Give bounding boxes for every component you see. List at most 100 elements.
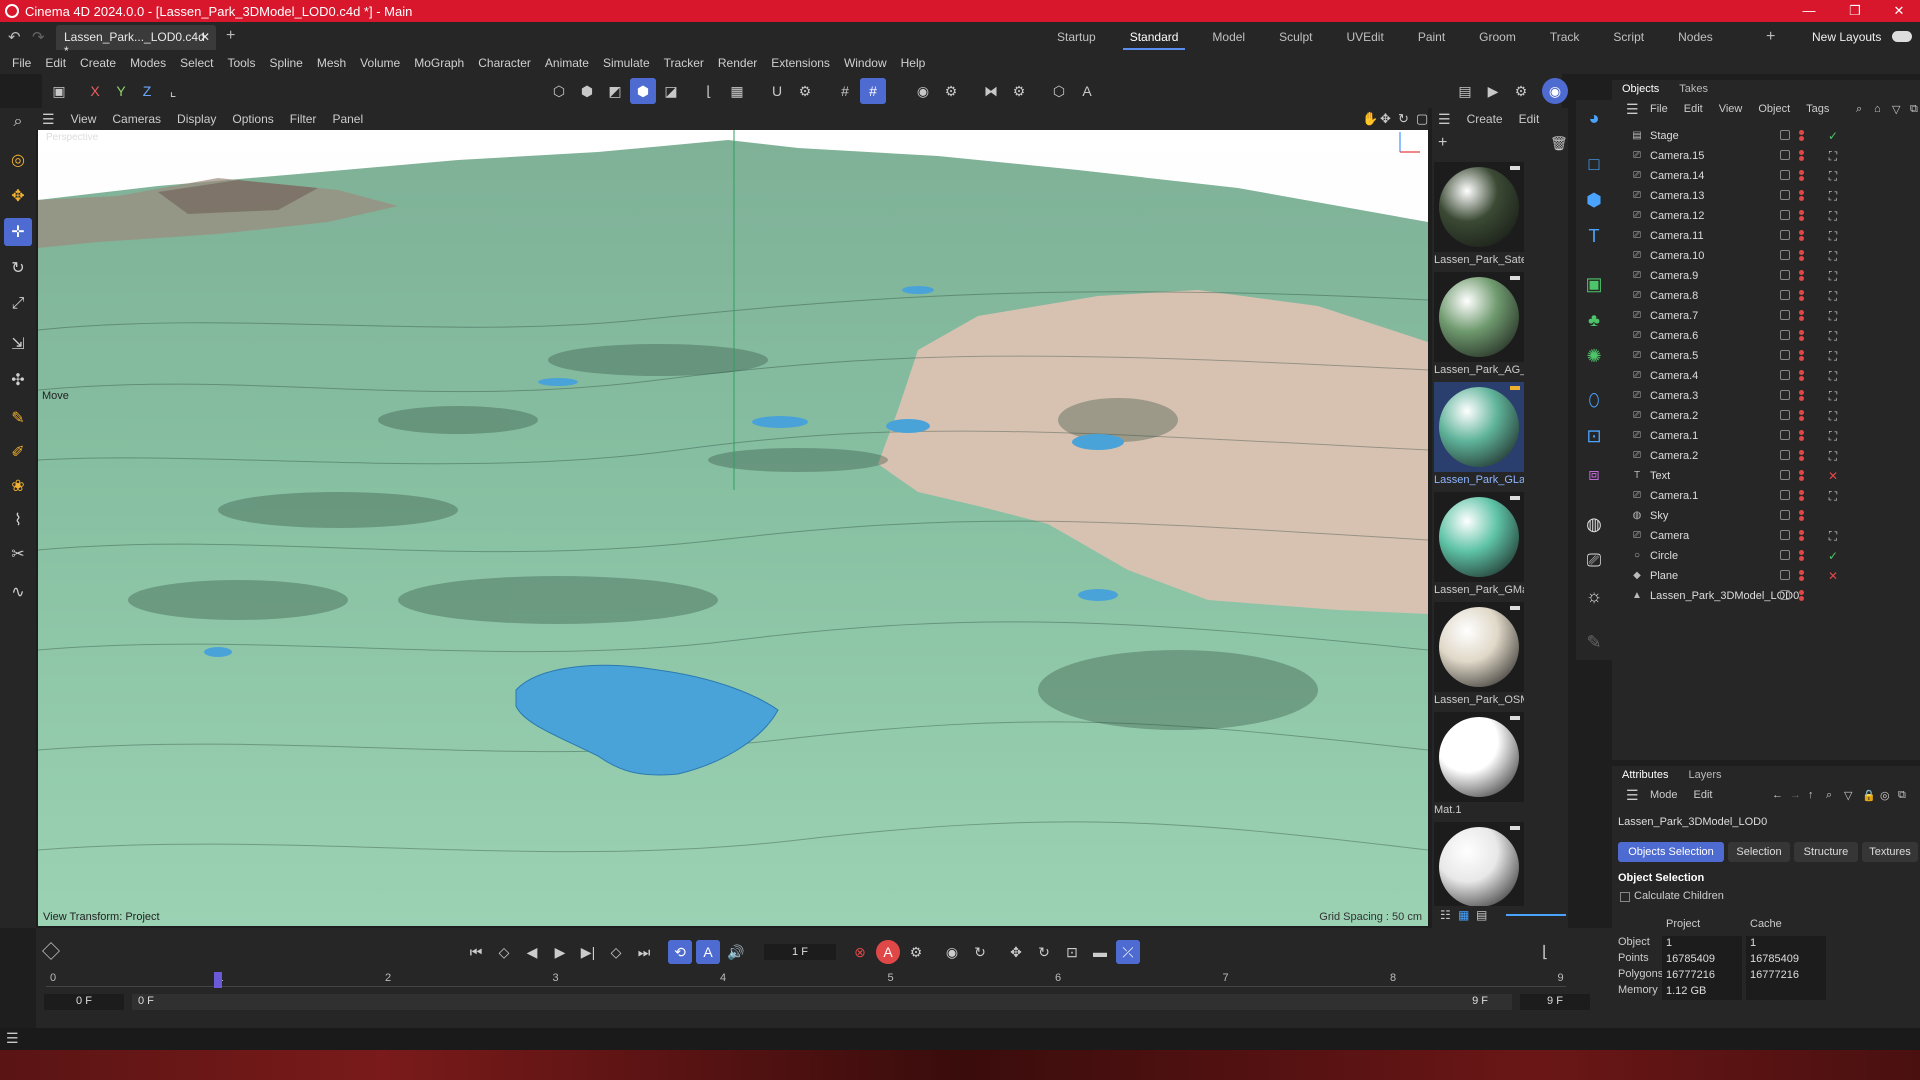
- layer-icon[interactable]: [1780, 350, 1790, 360]
- camera-target-icon[interactable]: ⛶: [1826, 269, 1840, 284]
- layout-tab[interactable]: Startup: [1040, 22, 1113, 52]
- layout-tab[interactable]: Sculpt: [1262, 22, 1329, 52]
- axis-mode-icon[interactable]: ⌊: [696, 78, 722, 104]
- key-scale-icon[interactable]: ✥: [1004, 940, 1028, 964]
- viewport-menu-item[interactable]: Options: [224, 112, 281, 126]
- structure-button[interactable]: Structure: [1794, 842, 1858, 862]
- visibility-dots-icon[interactable]: [1798, 170, 1806, 182]
- camera-target-icon[interactable]: ⛶: [1826, 309, 1840, 324]
- object-menu-item[interactable]: File: [1642, 103, 1676, 115]
- current-frame-field[interactable]: 1 F: [764, 944, 836, 960]
- key-param-icon[interactable]: ↻: [1032, 940, 1056, 964]
- material-swatch[interactable]: [1434, 822, 1524, 906]
- visibility-dots-icon[interactable]: [1798, 250, 1806, 262]
- sketch-tool-icon[interactable]: ✐: [4, 438, 32, 466]
- close-button[interactable]: ✕: [1876, 0, 1920, 22]
- layer-icon[interactable]: [1780, 410, 1790, 420]
- material-swatch[interactable]: Mat.1: [1434, 712, 1524, 816]
- grid-snap-icon[interactable]: #: [860, 78, 886, 104]
- camera-target-icon[interactable]: ⛶: [1826, 249, 1840, 264]
- texture-mode-icon[interactable]: ▦: [724, 78, 750, 104]
- list-view-icon[interactable]: ☷: [1440, 908, 1451, 922]
- enabled-check-icon[interactable]: ✓: [1826, 549, 1840, 563]
- calculate-children-checkbox[interactable]: [1620, 892, 1630, 902]
- symmetry-icon[interactable]: ⧓: [978, 78, 1004, 104]
- object-row[interactable]: ⎚ Camera.11 ⛶: [1612, 226, 1920, 246]
- selection-button[interactable]: Selection: [1728, 842, 1790, 862]
- camera-target-icon[interactable]: ⛶: [1826, 229, 1840, 244]
- object-row[interactable]: ○ Circle ✓: [1612, 546, 1920, 566]
- next-frame-icon[interactable]: ▶|: [576, 940, 600, 964]
- tab-objects[interactable]: Objects: [1612, 83, 1669, 95]
- menu-window[interactable]: Window: [837, 56, 894, 70]
- auto-icon[interactable]: A: [1074, 78, 1100, 104]
- status-hamburger-icon[interactable]: ☰: [6, 1030, 19, 1047]
- snap-settings-icon[interactable]: ⚙: [792, 78, 818, 104]
- menu-simulate[interactable]: Simulate: [596, 56, 657, 70]
- layout-tab[interactable]: Script: [1596, 22, 1661, 52]
- points-mode-icon[interactable]: ⬡: [546, 78, 572, 104]
- tab-layers[interactable]: Layers: [1678, 769, 1731, 781]
- visibility-dots-icon[interactable]: [1798, 390, 1806, 402]
- layer-icon[interactable]: [1780, 450, 1790, 460]
- layer-icon[interactable]: [1780, 570, 1790, 580]
- tab-takes[interactable]: Takes: [1669, 83, 1718, 95]
- generator-icon[interactable]: ▣: [1580, 270, 1608, 298]
- grid-view-icon[interactable]: ▦: [1458, 908, 1469, 922]
- menu-file[interactable]: File: [5, 56, 38, 70]
- camera-target-icon[interactable]: ⛶: [1826, 149, 1840, 164]
- menu-spline[interactable]: Spline: [262, 56, 309, 70]
- scale-tool-icon[interactable]: ⤢: [4, 290, 32, 318]
- visibility-dots-icon[interactable]: [1798, 570, 1806, 582]
- object-row[interactable]: ◍ Sky: [1612, 506, 1920, 526]
- layout-tab[interactable]: Nodes: [1661, 22, 1730, 52]
- object-mode-icon[interactable]: ◪: [658, 78, 684, 104]
- move-tool-icon[interactable]: ✛: [4, 218, 32, 246]
- layer-icon[interactable]: [1780, 150, 1790, 160]
- layout-tab[interactable]: Model: [1195, 22, 1262, 52]
- material-swatch[interactable]: Lassen_Park_Satel: [1434, 162, 1524, 266]
- layout-tab[interactable]: Groom: [1462, 22, 1533, 52]
- layer-icon[interactable]: [1780, 170, 1790, 180]
- z-axis-lock[interactable]: Z: [134, 78, 160, 104]
- 3d-viewport[interactable]: Perspective Move View Transform: Project…: [38, 130, 1428, 926]
- object-row[interactable]: ⎚ Camera.7 ⛶: [1612, 306, 1920, 326]
- material-swatch[interactable]: Lassen_Park_OSM: [1434, 602, 1524, 706]
- deformer-icon[interactable]: ⬯: [1580, 386, 1608, 414]
- camera-target-icon[interactable]: ⛶: [1826, 349, 1840, 364]
- field-icon[interactable]: ⊡: [1580, 422, 1608, 450]
- menu-select[interactable]: Select: [173, 56, 220, 70]
- camera-target-icon[interactable]: ⛶: [1826, 449, 1840, 464]
- textures-button[interactable]: Textures: [1862, 842, 1918, 862]
- layer-icon[interactable]: [1780, 530, 1790, 540]
- text-spline-icon[interactable]: T: [1580, 222, 1608, 250]
- layer-icon[interactable]: [1780, 550, 1790, 560]
- key-pla-icon[interactable]: ⊡: [1060, 940, 1084, 964]
- menu-help[interactable]: Help: [894, 56, 933, 70]
- polygons-mode-icon[interactable]: ◩: [602, 78, 628, 104]
- camera-target-icon[interactable]: ⛶: [1826, 289, 1840, 304]
- coordinate-system-icon[interactable]: ⌞: [160, 78, 186, 104]
- environment-icon[interactable]: ◍: [1580, 510, 1608, 538]
- new-window-icon[interactable]: ⧉: [1902, 103, 1920, 116]
- object-row[interactable]: ⎚ Camera.15 ⛶: [1612, 146, 1920, 166]
- camera-object-icon[interactable]: ⎚: [1580, 546, 1608, 574]
- viewport-menu-item[interactable]: Filter: [282, 112, 325, 126]
- camera-target-icon[interactable]: ⛶: [1826, 189, 1840, 204]
- symmetry-settings-icon[interactable]: ⚙: [1006, 78, 1032, 104]
- object-row[interactable]: ⎚ Camera.12 ⛶: [1612, 206, 1920, 226]
- layouts-toggle[interactable]: [1892, 31, 1912, 42]
- sound-icon[interactable]: 🔊: [724, 940, 748, 964]
- material-swatch[interactable]: Lassen_Park_AG_L: [1434, 272, 1524, 376]
- visibility-dots-icon[interactable]: [1798, 270, 1806, 282]
- close-tab-icon[interactable]: ✕: [200, 30, 210, 44]
- object-row[interactable]: ⎚ Camera.2 ⛶: [1612, 446, 1920, 466]
- primitive-icon[interactable]: ⬢: [1580, 186, 1608, 214]
- visibility-dots-icon[interactable]: [1798, 330, 1806, 342]
- object-row[interactable]: ⎚ Camera.6 ⛶: [1612, 326, 1920, 346]
- object-manager-hamburger-icon[interactable]: ☰: [1618, 101, 1647, 118]
- undo-icon[interactable]: ↶: [8, 28, 21, 46]
- playhead[interactable]: [213, 972, 222, 988]
- render-view-icon[interactable]: ◉: [910, 78, 936, 104]
- brush-tool-icon[interactable]: ❀: [4, 472, 32, 500]
